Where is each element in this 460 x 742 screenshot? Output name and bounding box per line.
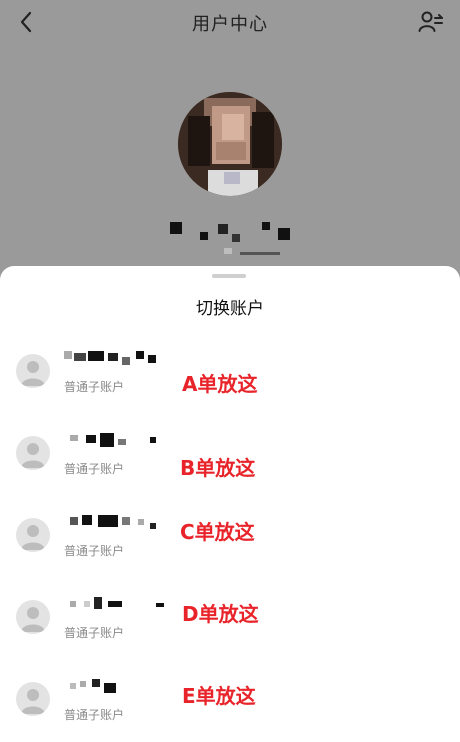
account-name-mosaic: [64, 596, 164, 610]
account-name-mosaic: [64, 432, 164, 447]
account-row[interactable]: 普通子账户 E单放这: [0, 668, 460, 734]
account-row[interactable]: 普通子账户 D单放这: [0, 586, 460, 652]
default-avatar-icon: [16, 354, 50, 388]
switch-user-icon: [418, 11, 443, 32]
sheet-drag-handle[interactable]: [212, 274, 246, 278]
sheet-title: 切换账户: [196, 299, 264, 319]
account-row[interactable]: 普通子账户 C单放这: [0, 504, 460, 570]
account-type: 普通子账户: [64, 380, 125, 394]
profile-name-mosaic: [168, 218, 296, 262]
account-type: 普通子账户: [64, 544, 125, 558]
page-title: 用户中心: [192, 14, 268, 35]
account-name-mosaic: [64, 678, 164, 693]
switch-user-button[interactable]: [418, 10, 444, 34]
account-note: E单放这: [182, 684, 256, 708]
default-avatar-icon: [16, 518, 50, 552]
account-type: 普通子账户: [64, 626, 125, 640]
account-name-mosaic: [64, 514, 164, 529]
default-avatar-icon: [16, 600, 50, 634]
account-name-mosaic: [64, 350, 164, 365]
default-avatar-icon: [16, 436, 50, 470]
account-note: B单放这: [180, 456, 256, 480]
account-note: C单放这: [180, 520, 255, 544]
account-row[interactable]: 普通子账户 A单放这: [0, 340, 460, 406]
profile-avatar: [178, 92, 282, 196]
account-note: A单放这: [182, 372, 258, 396]
switch-account-sheet: 切换账户 普通子账户 A单放这 普通子账户 B单放这 普通子账户 C单放这 普通…: [0, 266, 460, 742]
top-bar: 用户中心: [0, 0, 460, 44]
account-type: 普通子账户: [64, 462, 125, 476]
account-type: 普通子账户: [64, 708, 125, 722]
account-note: D单放这: [182, 602, 259, 626]
account-row[interactable]: 普通子账户 B单放这: [0, 422, 460, 488]
default-avatar-icon: [16, 682, 50, 716]
